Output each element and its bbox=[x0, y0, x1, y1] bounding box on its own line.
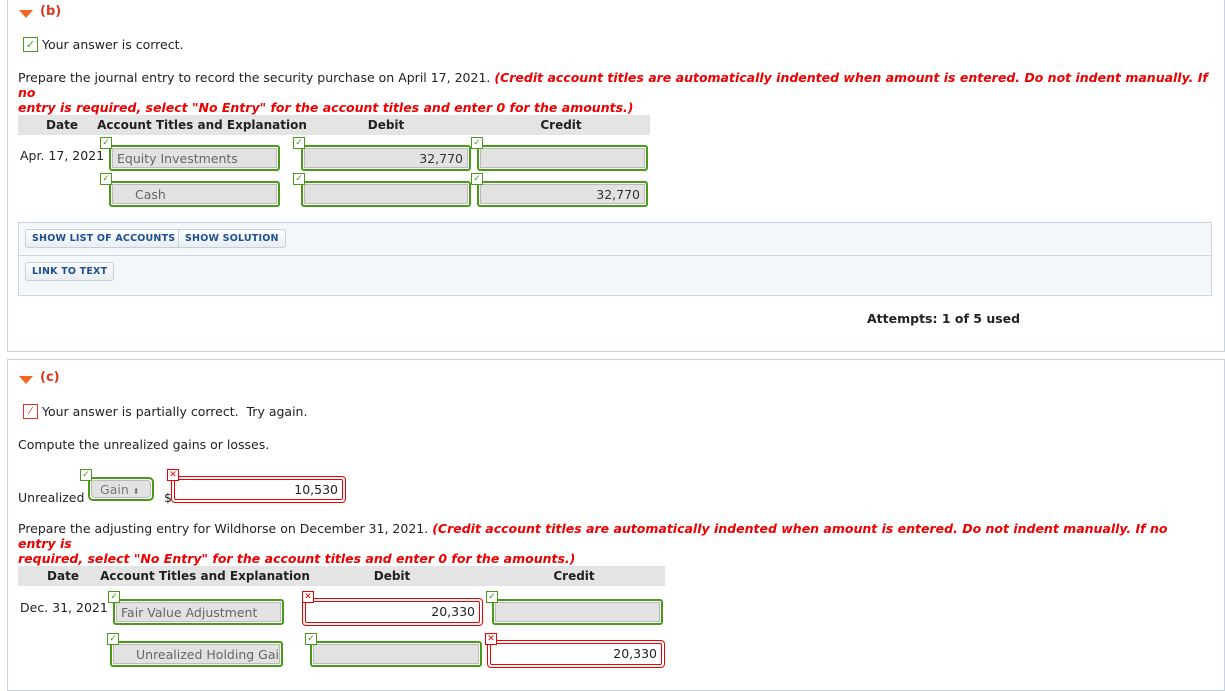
check-icon: ✓ bbox=[305, 633, 317, 645]
part-b-label: (b) bbox=[40, 4, 62, 19]
header-date: Date bbox=[46, 118, 78, 132]
row-date: Dec. 31, 2021 bbox=[20, 600, 108, 615]
check-icon: ✓ bbox=[100, 173, 112, 185]
instruction-text: Prepare the journal entry to record the … bbox=[18, 70, 1208, 115]
header-debit: Debit bbox=[367, 118, 405, 132]
check-icon: ✓ bbox=[107, 633, 119, 645]
collapse-triangle-icon[interactable] bbox=[19, 376, 33, 384]
account-field[interactable]: Unrealized Holding Gair bbox=[110, 641, 283, 667]
correct-check-icon: ✓ bbox=[23, 37, 38, 52]
attempts-text: Attempts: 1 of 5 used bbox=[867, 311, 1021, 326]
compute-prompt: Compute the unrealized gains or losses. bbox=[18, 437, 270, 452]
unrealized-label: Unrealized bbox=[18, 490, 85, 505]
part-b-panel bbox=[7, 0, 1225, 352]
check-icon: ✓ bbox=[108, 591, 120, 603]
row-date: Apr. 17, 2021 bbox=[20, 148, 105, 163]
check-icon: ✓ bbox=[293, 137, 305, 149]
check-icon: ✓ bbox=[486, 591, 498, 603]
instruction: Prepare the adjusting entry for Wildhors… bbox=[18, 521, 429, 536]
header-date: Date bbox=[47, 569, 79, 583]
status-text: Your answer is partially correct. Try ag… bbox=[42, 404, 308, 419]
header-debit: Debit bbox=[373, 569, 411, 583]
gain-loss-select[interactable]: Gain ⬍ bbox=[88, 477, 154, 501]
account-field[interactable]: Fair Value Adjustment bbox=[113, 599, 284, 625]
account-field[interactable]: Equity Investments bbox=[109, 145, 280, 171]
journal-header: Date Account Titles and Explanation Debi… bbox=[18, 566, 665, 586]
part-c-label: (c) bbox=[40, 370, 60, 385]
instruction-note-2: entry is required, select "No Entry" for… bbox=[18, 100, 634, 115]
journal-header: Date Account Titles and Explanation Debi… bbox=[18, 115, 650, 135]
link-to-text-button[interactable]: LINK TO TEXT bbox=[25, 262, 115, 281]
instruction: Prepare the journal entry to record the … bbox=[18, 70, 491, 85]
collapse-triangle-icon[interactable] bbox=[19, 10, 33, 18]
credit-field[interactable] bbox=[477, 145, 648, 171]
check-icon: ✓ bbox=[471, 137, 483, 149]
select-arrows-icon: ⬍ bbox=[132, 487, 140, 496]
header-credit: Credit bbox=[540, 118, 582, 132]
gain-select-value: Gain bbox=[100, 482, 129, 497]
status-text: Your answer is correct. bbox=[42, 37, 184, 52]
show-list-of-accounts-button[interactable]: SHOW LIST OF ACCOUNTS bbox=[25, 229, 183, 248]
unrealized-amount-field[interactable]: 10,530 bbox=[171, 476, 346, 503]
header-credit: Credit bbox=[553, 569, 595, 583]
debit-field[interactable]: 20,330 bbox=[302, 598, 483, 626]
show-solution-button[interactable]: SHOW SOLUTION bbox=[178, 229, 286, 248]
debit-field[interactable] bbox=[301, 181, 471, 207]
credit-field[interactable] bbox=[492, 599, 663, 625]
header-account: Account Titles and Explanation bbox=[97, 118, 307, 132]
incorrect-x-icon: ✕ bbox=[485, 633, 497, 645]
credit-field[interactable]: 20,330 bbox=[487, 640, 665, 668]
header-account: Account Titles and Explanation bbox=[100, 569, 310, 583]
check-icon: ✓ bbox=[471, 173, 483, 185]
account-field[interactable]: Cash bbox=[109, 181, 280, 207]
check-icon: ✓ bbox=[293, 173, 305, 185]
divider bbox=[19, 255, 1211, 256]
instruction-note-2: required, select "No Entry" for the acco… bbox=[18, 551, 576, 566]
check-icon: ✓ bbox=[80, 469, 92, 481]
incorrect-x-icon: ✕ bbox=[302, 591, 314, 603]
debit-field[interactable]: 32,770 bbox=[301, 145, 471, 171]
instruction-text: Prepare the adjusting entry for Wildhors… bbox=[18, 521, 1208, 566]
partial-correct-icon: ⁄ bbox=[23, 404, 38, 419]
credit-field[interactable]: 32,770 bbox=[477, 181, 648, 207]
debit-field[interactable] bbox=[310, 641, 482, 667]
check-icon: ✓ bbox=[100, 137, 112, 149]
incorrect-x-icon: ✕ bbox=[167, 469, 179, 481]
